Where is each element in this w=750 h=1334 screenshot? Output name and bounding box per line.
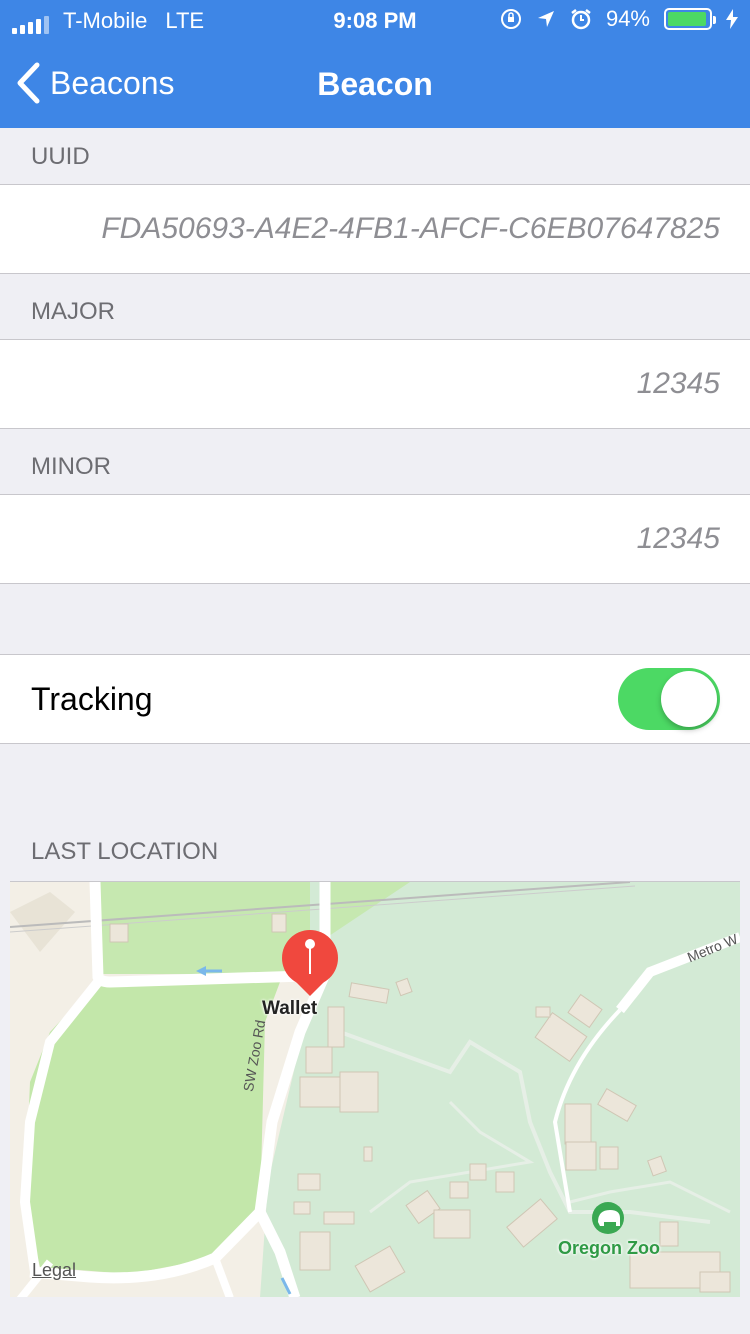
tracking-cell: Tracking: [0, 654, 750, 744]
toggle-knob: [661, 671, 717, 727]
major-cell[interactable]: 12345: [0, 339, 750, 429]
map-canvas: [10, 882, 740, 1297]
major-section-header: MAJOR: [31, 298, 115, 325]
uuid-section-header: UUID: [31, 143, 90, 170]
location-arrow-icon: [537, 11, 554, 27]
alarm-icon: [571, 9, 591, 30]
status-bar: T-Mobile LTE 9:08 PM 94%: [0, 0, 750, 40]
minor-cell[interactable]: 12345: [0, 494, 750, 584]
poi-label: Oregon Zoo: [558, 1238, 660, 1258]
minor-value: 12345: [636, 522, 720, 555]
orientation-lock-icon: [500, 9, 521, 29]
charging-bolt-icon: [726, 9, 738, 29]
battery-percent: 94%: [605, 6, 650, 31]
uuid-cell[interactable]: FDA50693-A4E2-4FB1-AFCF-C6EB07647825: [0, 184, 750, 274]
battery-icon: [664, 8, 716, 30]
major-value: 12345: [636, 367, 720, 400]
tracking-toggle[interactable]: [618, 668, 720, 730]
last-location-section-header: LAST LOCATION: [31, 838, 219, 865]
tracking-label: Tracking: [31, 680, 153, 717]
navigation-header: T-Mobile LTE 9:08 PM 94% Beacons Beacon: [0, 0, 750, 128]
uuid-value: FDA50693-A4E2-4FB1-AFCF-C6EB07647825: [101, 212, 720, 245]
minor-section-header: MINOR: [31, 453, 111, 480]
navigation-bar: Beacons Beacon: [0, 40, 750, 128]
legal-link[interactable]: Legal: [32, 1260, 76, 1281]
location-map[interactable]: Metro W SW Zoo Rd Wallet Oregon Zoo Lega…: [10, 881, 740, 1297]
zoo-elephant-icon: [592, 1202, 624, 1234]
pin-label: Wallet: [262, 998, 318, 1019]
page-title: Beacon: [317, 66, 433, 102]
